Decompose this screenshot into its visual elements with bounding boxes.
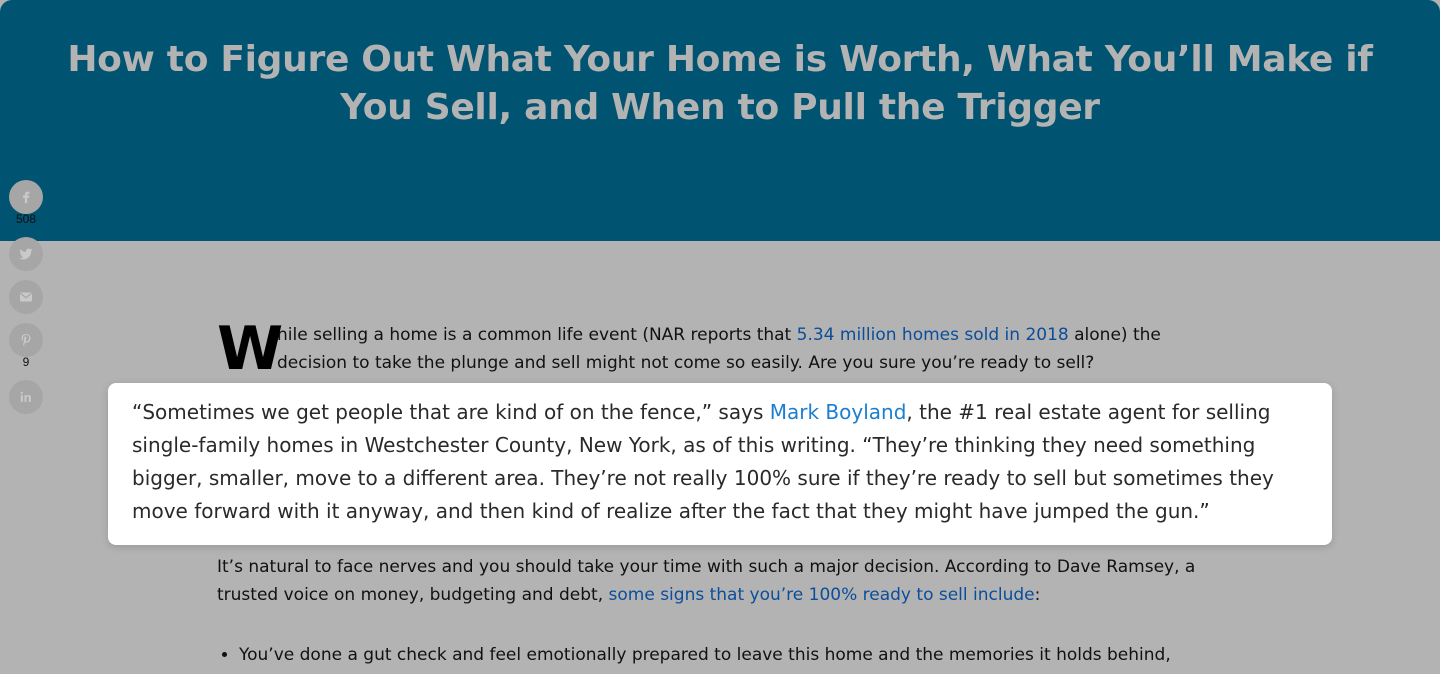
list-item: You’ve done a gut check and feel emotion…	[239, 641, 1239, 669]
para2-text-end: :	[1034, 585, 1041, 605]
drop-cap: W	[217, 314, 284, 384]
highlighted-quote-card: “Sometimes we get people that are kind o…	[108, 383, 1332, 545]
share-pinterest-button[interactable]: 9	[9, 323, 43, 369]
twitter-icon	[9, 237, 43, 271]
page-frame: How to Figure Out What Your Home is Wort…	[0, 0, 1440, 674]
lead-paragraph-text: hile selling a home is a common life eve…	[277, 321, 1217, 377]
pinterest-icon	[9, 323, 43, 357]
share-linkedin-button[interactable]	[9, 380, 43, 414]
share-twitter-button[interactable]	[9, 237, 43, 271]
quote-text-start: “Sometimes we get people that are kind o…	[132, 400, 770, 424]
mark-boyland-link[interactable]: Mark Boyland	[770, 400, 907, 424]
share-facebook-button[interactable]: 508	[9, 180, 43, 226]
body-paragraph: It’s natural to face nerves and you shou…	[217, 553, 1217, 609]
envelope-icon	[9, 280, 43, 314]
share-email-button[interactable]	[9, 280, 43, 314]
lead-paragraph: W hile selling a home is a common life e…	[217, 314, 1217, 384]
page-title: How to Figure Out What Your Home is Wort…	[67, 39, 1373, 128]
facebook-icon	[9, 180, 43, 214]
linkedin-icon	[9, 380, 43, 414]
quote-paragraph: “Sometimes we get people that are kind o…	[132, 396, 1312, 528]
facebook-share-count: 508	[15, 212, 37, 226]
article-header: How to Figure Out What Your Home is Wort…	[0, 0, 1440, 241]
ready-to-sell-signs-link[interactable]: some signs that you’re 100% ready to sel…	[609, 585, 1035, 605]
nar-homes-sold-link[interactable]: 5.34 million homes sold in 2018	[797, 325, 1069, 345]
ready-signs-list: You’ve done a gut check and feel emotion…	[217, 641, 1239, 669]
lead-text-start: hile selling a home is a common life eve…	[277, 325, 797, 345]
pinterest-share-count: 9	[22, 355, 30, 369]
